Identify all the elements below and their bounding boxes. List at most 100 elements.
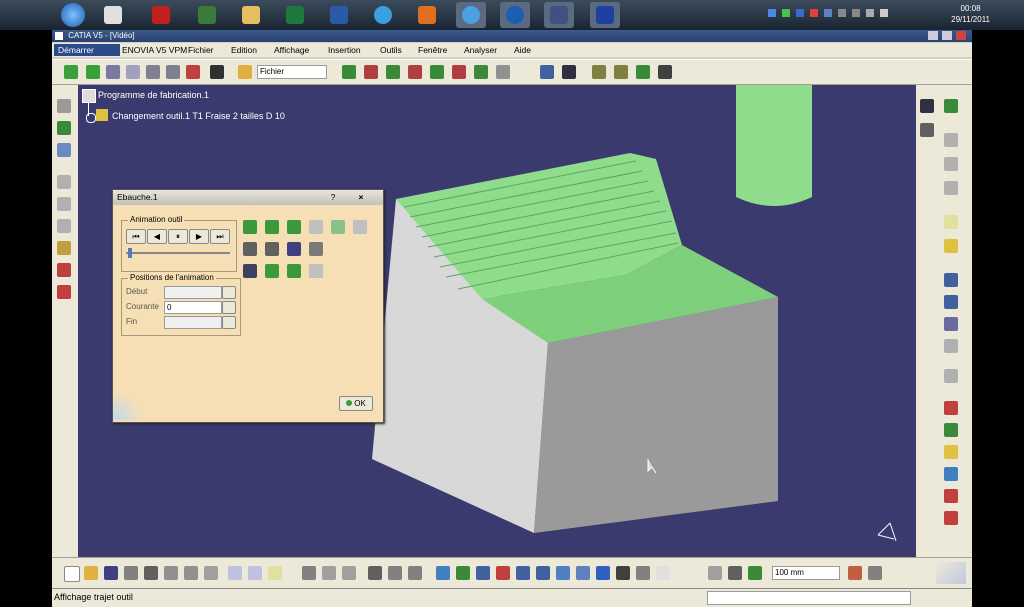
zoom-select[interactable]: 100 mm xyxy=(772,566,840,580)
machining-icon[interactable] xyxy=(364,65,378,79)
menu-aide[interactable]: Aide xyxy=(514,44,531,56)
taskbar-app-c[interactable] xyxy=(500,2,530,28)
step-back-button[interactable]: ◀ xyxy=(147,229,167,244)
option-icon[interactable] xyxy=(309,220,323,234)
taskbar-app-explorer[interactable] xyxy=(236,2,266,28)
print-icon[interactable] xyxy=(124,566,138,580)
milling-tool[interactable] xyxy=(736,85,812,206)
snap-icon[interactable] xyxy=(728,566,742,580)
fin-field[interactable] xyxy=(164,316,222,329)
tool-icon[interactable] xyxy=(920,123,934,137)
save-icon[interactable] xyxy=(104,566,118,580)
paste-special-icon[interactable] xyxy=(204,566,218,580)
tool-icon[interactable] xyxy=(210,65,224,79)
menu-edition[interactable]: Edition xyxy=(231,44,257,56)
fly-icon[interactable] xyxy=(436,566,450,580)
animation-slider-thumb[interactable] xyxy=(128,248,132,258)
tool-icon[interactable] xyxy=(868,566,882,580)
rotate-icon[interactable] xyxy=(496,566,510,580)
analysis-icon[interactable] xyxy=(592,65,606,79)
pause-button[interactable]: ⏸ xyxy=(168,229,188,244)
bluetooth-icon[interactable] xyxy=(824,9,832,17)
fit-all-icon[interactable] xyxy=(456,566,470,580)
toolpath-icon[interactable] xyxy=(540,65,554,79)
fin-pick-button[interactable] xyxy=(222,316,236,329)
machining-icon[interactable] xyxy=(386,65,400,79)
tool-icon[interactable] xyxy=(57,175,71,189)
tool-icon[interactable] xyxy=(944,99,958,113)
move-icon[interactable] xyxy=(64,65,78,79)
table-icon[interactable] xyxy=(368,566,382,580)
courante-field[interactable]: 0 xyxy=(164,301,222,314)
menu-outils[interactable]: Outils xyxy=(380,44,402,56)
taskbar-clock[interactable]: 00:08 29/11/2011 xyxy=(951,3,990,25)
paste-icon[interactable] xyxy=(184,566,198,580)
comment-icon[interactable] xyxy=(322,566,336,580)
tray-icon[interactable] xyxy=(810,9,818,17)
option-icon[interactable] xyxy=(287,220,301,234)
move-icon[interactable] xyxy=(86,65,100,79)
whats-this-icon[interactable] xyxy=(268,566,282,580)
tool-icon[interactable] xyxy=(944,317,958,331)
tray-icon[interactable] xyxy=(768,9,776,17)
zoom-in-icon[interactable] xyxy=(516,566,530,580)
option-icon[interactable] xyxy=(353,220,367,234)
tool-icon[interactable] xyxy=(944,467,958,481)
3d-viewport[interactable]: Programme de fabrication.1 Changement ou… xyxy=(78,85,916,557)
taskbar-app-word[interactable] xyxy=(324,2,354,28)
tool-icon[interactable] xyxy=(944,339,958,353)
flag-icon[interactable] xyxy=(852,9,860,17)
option-icon[interactable] xyxy=(265,264,279,278)
tool-icon[interactable] xyxy=(944,239,958,253)
menu-fenetre[interactable]: Fenêtre xyxy=(418,44,447,56)
option-icon[interactable] xyxy=(243,242,257,256)
taskbar-app-chrome[interactable] xyxy=(456,2,486,28)
tool-icon[interactable] xyxy=(126,65,140,79)
network-icon[interactable] xyxy=(838,9,846,17)
tool-icon[interactable] xyxy=(944,273,958,287)
fast-forward-button[interactable]: ⏭ xyxy=(210,229,230,244)
tool-icon[interactable] xyxy=(920,99,934,113)
tool-icon[interactable] xyxy=(57,285,71,299)
tray-icon[interactable] xyxy=(796,9,804,17)
tool-icon[interactable] xyxy=(57,143,71,157)
taskbar-app-catia[interactable] xyxy=(98,2,128,28)
battery-icon[interactable] xyxy=(866,9,874,17)
measure-icon[interactable] xyxy=(748,566,762,580)
tool-icon[interactable] xyxy=(57,99,71,113)
tool-icon[interactable] xyxy=(388,566,402,580)
help-button[interactable]: ? xyxy=(325,190,341,205)
option-icon[interactable] xyxy=(331,220,345,234)
knowledge-icon[interactable] xyxy=(342,566,356,580)
tool-icon[interactable] xyxy=(944,181,958,195)
new-file-icon[interactable] xyxy=(64,566,80,582)
debut-field[interactable] xyxy=(164,286,222,299)
animation-slider-track[interactable] xyxy=(126,252,230,254)
tool-icon[interactable] xyxy=(944,157,958,171)
option-icon[interactable] xyxy=(243,220,257,234)
zoom-out-icon[interactable] xyxy=(536,566,550,580)
tool-icon[interactable] xyxy=(848,566,862,580)
start-button[interactable] xyxy=(58,2,88,28)
tool-icon[interactable] xyxy=(57,197,71,211)
menu-analyser[interactable]: Analyser xyxy=(464,44,497,56)
taskbar-app-acrobat[interactable] xyxy=(146,2,176,28)
toolpath-icon[interactable] xyxy=(562,65,576,79)
swap-icon[interactable] xyxy=(656,566,670,580)
analysis-icon[interactable] xyxy=(658,65,672,79)
tool-icon[interactable] xyxy=(944,489,958,503)
machining-icon[interactable] xyxy=(430,65,444,79)
machining-icon[interactable] xyxy=(474,65,488,79)
menu-insertion[interactable]: Insertion xyxy=(328,44,361,56)
tool-icon[interactable] xyxy=(57,121,71,135)
tool-icon[interactable] xyxy=(57,263,71,277)
close-button[interactable] xyxy=(956,31,966,40)
taskbar-app-photo[interactable] xyxy=(544,2,574,28)
step-forward-button[interactable]: ▶ xyxy=(189,229,209,244)
redo-icon[interactable] xyxy=(248,566,262,580)
taskbar-app-excel[interactable] xyxy=(280,2,310,28)
dialog-close-button[interactable]: × xyxy=(353,190,369,205)
analysis-icon[interactable] xyxy=(614,65,628,79)
ok-button[interactable]: OK xyxy=(339,396,373,411)
menu-demarrer[interactable]: Démarrer xyxy=(54,44,120,56)
